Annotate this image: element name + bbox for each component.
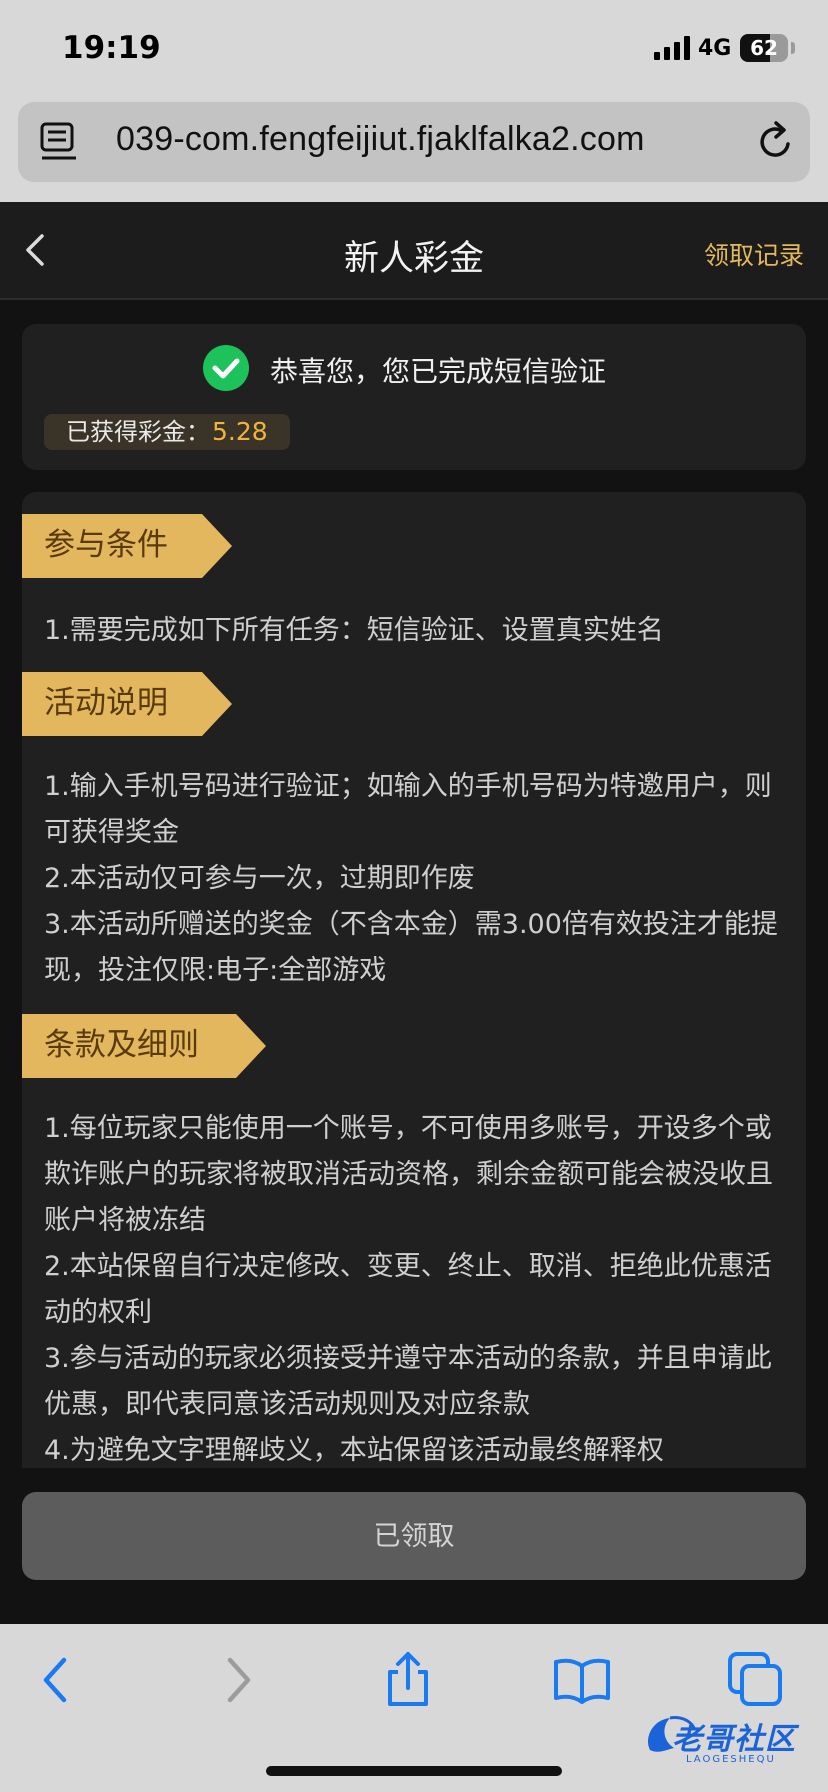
success-message: 恭喜您，您已完成短信验证	[270, 355, 607, 388]
rule-line: 3.参与活动的玩家必须接受并遵守本活动的条款，并且申请此优惠，即代表同意该活动规…	[44, 1343, 772, 1420]
browser-chrome: 039-com.fengfeijiut.fjaklfalka2.com	[0, 100, 828, 202]
url-text[interactable]: 039-com.fengfeijiut.fjaklfalka2.com	[116, 120, 645, 159]
rule-line: 1.输入手机号码进行验证；如输入的手机号码为特邀用户，则可获得奖金	[44, 771, 772, 848]
app-header: 新人彩金 领取记录	[0, 202, 828, 300]
battery-icon: 62	[740, 34, 788, 62]
tabs-icon[interactable]	[726, 1650, 786, 1710]
browser-toolbar: 老哥社区 LAOGESHEQU	[0, 1624, 828, 1792]
verification-success-card: 恭喜您，您已完成短信验证 已获得彩金：5.28	[22, 324, 806, 470]
section-tag-terms: 条款及细则	[22, 1014, 266, 1078]
section-body-terms: 1.每位玩家只能使用一个账号，不可使用多账号，开设多个或欺诈账户的玩家将被取消活…	[44, 1106, 784, 1468]
address-bar[interactable]: 039-com.fengfeijiut.fjaklfalka2.com	[18, 102, 810, 182]
share-icon[interactable]	[378, 1650, 438, 1710]
rule-line: 4.为避免文字理解歧义，本站保留该活动最终解释权	[44, 1435, 664, 1466]
section-body-description: 1.输入手机号码进行验证；如输入的手机号码为特邀用户，则可获得奖金 2.本活动仅…	[44, 764, 784, 994]
watermark-text: 老哥社区	[672, 1722, 796, 1757]
section-tag-conditions: 参与条件	[22, 514, 232, 578]
reload-icon[interactable]	[756, 120, 796, 164]
bottom-action-area: 已领取	[0, 1468, 828, 1624]
watermark-subtext: LAOGESHEQU	[686, 1754, 776, 1765]
browser-back-icon[interactable]	[28, 1650, 88, 1710]
claimed-button[interactable]: 已领取	[22, 1492, 806, 1580]
watermark-logo: 老哥社区 LAOGESHEQU	[640, 1710, 816, 1780]
rule-line: 1.每位玩家只能使用一个账号，不可使用多账号，开设多个或欺诈账户的玩家将被取消活…	[44, 1113, 773, 1236]
reward-badge: 已获得彩金：5.28	[44, 414, 290, 450]
status-time: 19:19	[62, 30, 161, 66]
cellular-signal-icon	[654, 36, 690, 60]
rule-line: 2.本站保留自行决定修改、变更、终止、取消、拒绝此优惠活动的权利	[44, 1251, 772, 1328]
status-bar: 19:19 4G 62	[0, 0, 828, 100]
battery-level: 62	[750, 36, 778, 60]
bookmarks-icon[interactable]	[552, 1650, 612, 1710]
rule-line: 3.本活动所赠送的奖金（不含本金）需3.00倍有效投注才能提现，投注仅限:电子:…	[44, 909, 778, 986]
reward-label: 已获得彩金：	[66, 418, 210, 446]
rules-card: 参与条件 1.需要完成如下所有任务：短信验证、设置真实姓名 活动说明 1.输入手…	[22, 492, 806, 1468]
claim-records-link[interactable]: 领取记录	[704, 236, 804, 272]
network-type: 4G	[698, 36, 732, 61]
rule-line: 1.需要完成如下所有任务：短信验证、设置真实姓名	[44, 615, 664, 646]
check-circle-icon	[203, 345, 249, 391]
section-tag-description: 活动说明	[22, 672, 232, 736]
rule-line: 2.本活动仅可参与一次，过期即作废	[44, 863, 475, 894]
home-indicator	[266, 1766, 562, 1776]
battery-tip	[791, 42, 795, 54]
page-menu-icon[interactable]	[40, 122, 80, 164]
reward-value: 5.28	[212, 417, 268, 446]
browser-forward-icon[interactable]	[206, 1650, 266, 1710]
section-body-conditions: 1.需要完成如下所有任务：短信验证、设置真实姓名	[44, 608, 784, 654]
